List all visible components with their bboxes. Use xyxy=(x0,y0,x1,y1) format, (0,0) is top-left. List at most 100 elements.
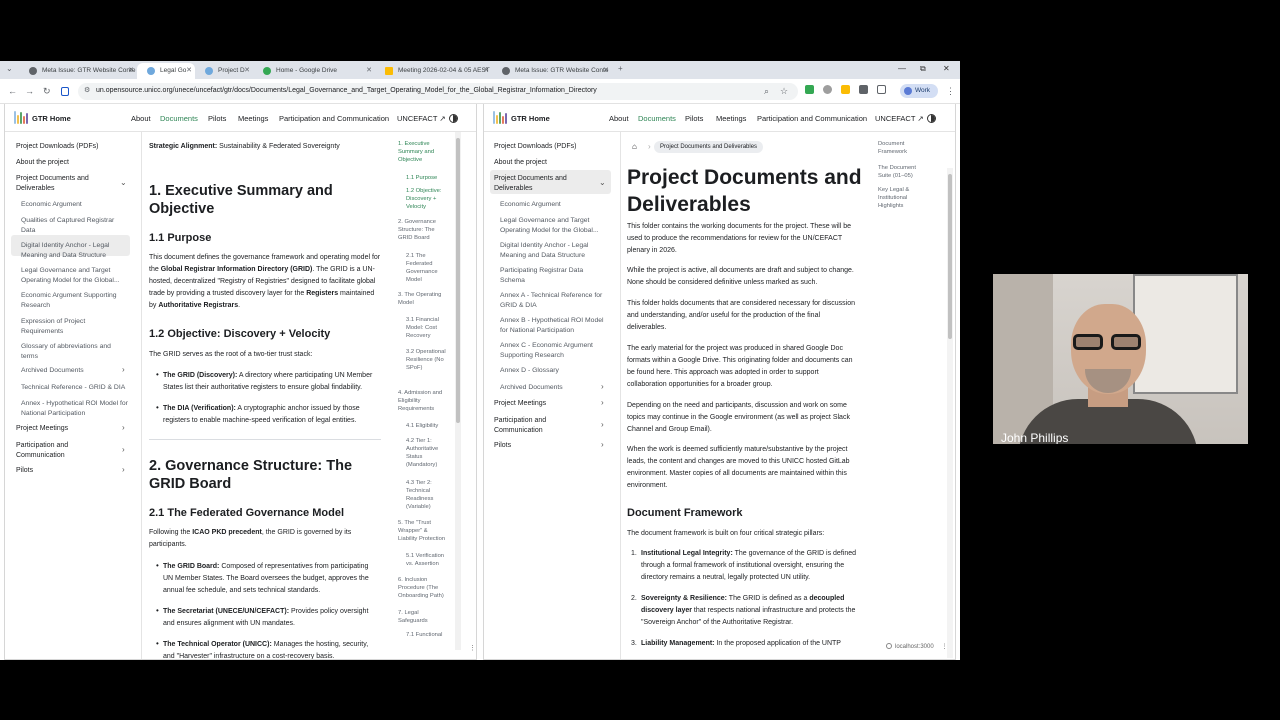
chevron-right-icon[interactable]: › xyxy=(601,420,604,429)
tab-list-icon[interactable]: ⌄ xyxy=(6,64,13,73)
toc-link[interactable]: 2. Governance Structure: The GRID Board xyxy=(398,218,448,242)
maximize-icon[interactable]: ⧉ xyxy=(920,64,926,74)
close-icon[interactable]: ✕ xyxy=(244,66,250,74)
extension-icon[interactable] xyxy=(859,85,868,94)
chevron-right-icon[interactable]: › xyxy=(601,398,604,407)
sidebar-item-glossary[interactable]: Glossary of abbreviations and terms xyxy=(21,342,126,361)
close-icon[interactable]: ✕ xyxy=(128,66,134,74)
breadcrumb[interactable]: Project Documents and Deliverables xyxy=(654,141,764,153)
sidebar-item-pilots[interactable]: Pilots xyxy=(16,466,131,476)
nav-meetings[interactable]: Meetings xyxy=(238,114,268,123)
toc-link[interactable]: 7.1 Functional xyxy=(406,631,450,639)
sidebar-item-qualities[interactable]: Qualities of Captured Registrar Data xyxy=(21,216,129,235)
close-icon[interactable]: ✕ xyxy=(366,66,372,74)
toc-link[interactable]: 1.2 Objective: Discovery + Velocity xyxy=(406,187,450,211)
toc-link[interactable]: 3. The Operating Model xyxy=(398,291,448,307)
nav-participation[interactable]: Participation and Communication xyxy=(279,114,389,123)
toc-link[interactable]: 1. Executive Summary and Objective xyxy=(398,140,448,164)
sidebar-item-downloads[interactable]: Project Downloads (PDFs) xyxy=(16,142,131,152)
nav-uncefact[interactable]: UNCEFACT ↗ xyxy=(875,114,924,123)
sidebar-item-registrar-schema[interactable]: Participating Registrar Data Schema xyxy=(500,266,600,285)
nav-participation[interactable]: Participation and Communication xyxy=(757,114,867,123)
sidebar-item-annex-a[interactable]: Annex A - Technical Reference for GRID &… xyxy=(500,291,605,310)
sidebar-item-digital-identity[interactable]: Digital Identity Anchor - Legal Meaning … xyxy=(21,241,129,260)
sidebar-item-meetings[interactable]: Project Meetings xyxy=(16,424,131,434)
new-tab-icon[interactable]: + xyxy=(618,64,623,73)
sidebar-item-economic-research[interactable]: Economic Argument Supporting Research xyxy=(21,291,129,310)
minimize-icon[interactable]: — xyxy=(898,64,906,73)
sidebar-item-annex-roi[interactable]: Annex - Hypothetical ROI Model for Natio… xyxy=(21,399,131,418)
sidebar-item-archived[interactable]: Archived Documents xyxy=(500,383,615,393)
sidebar-item-participation[interactable]: Participation and Communication xyxy=(16,441,111,460)
theme-toggle-icon[interactable] xyxy=(449,114,458,123)
home-icon[interactable]: ⌂ xyxy=(632,142,637,151)
nav-pilots[interactable]: Pilots xyxy=(208,114,226,123)
chevron-right-icon[interactable]: › xyxy=(122,365,125,374)
sidebar-item-about[interactable]: About the project xyxy=(16,158,131,168)
sidebar-item-legal-governance[interactable]: Legal Governance and Target Operating Mo… xyxy=(500,216,610,235)
theme-toggle-icon[interactable] xyxy=(927,114,936,123)
scrollbar-thumb[interactable] xyxy=(948,174,952,339)
toc-link[interactable]: The Document Suite (01–05) xyxy=(878,164,928,180)
toc-link[interactable]: 3.1 Financial Model: Cost Recovery xyxy=(406,316,450,340)
zoom-icon[interactable]: ⌕ xyxy=(764,86,769,97)
chevron-right-icon[interactable]: › xyxy=(122,465,125,474)
page-scrollbar[interactable] xyxy=(947,168,953,658)
chevron-down-icon[interactable]: ⌄ xyxy=(599,178,606,187)
close-icon[interactable]: ✕ xyxy=(483,66,489,74)
tab-meta-issue-1[interactable]: Meta Issue: GTR Website Conte ✕ xyxy=(19,63,137,79)
toc-link[interactable]: Key Legal & Institutional Highlights xyxy=(878,186,928,210)
address-bar[interactable]: ⚙ un.opensource.unicc.org/unece/uncefact… xyxy=(78,83,798,100)
nav-about[interactable]: About xyxy=(609,114,629,123)
sidebar-item-requirements[interactable]: Expression of Project Requirements xyxy=(21,317,121,336)
sidebar-item-participation[interactable]: Participation and Communication xyxy=(494,416,589,435)
nav-meetings[interactable]: Meetings xyxy=(716,114,746,123)
toc-link[interactable]: 1.1 Purpose xyxy=(406,174,450,182)
sidebar-item-legal-governance[interactable]: Legal Governance and Target Operating Mo… xyxy=(21,266,129,285)
toc-link[interactable]: 6. Inclusion Procedure (The Onboarding P… xyxy=(398,576,448,600)
sidebar-item-documents[interactable]: Project Documents and Deliverables xyxy=(494,174,589,193)
toc-link[interactable]: 4. Admission and Eligibility Requirement… xyxy=(398,389,448,413)
bookmark-star-icon[interactable]: ☆ xyxy=(780,86,788,97)
extension-icon[interactable] xyxy=(841,85,850,94)
tab-google-drive[interactable]: Home - Google Drive ✕ xyxy=(253,63,375,79)
chevron-right-icon[interactable]: › xyxy=(122,445,125,454)
tab-legal-governance[interactable]: Legal Go ✕ xyxy=(137,63,195,79)
tab-meeting[interactable]: Meeting 2026-02-04 & 05 AEST ✕ xyxy=(375,63,492,79)
sidepanel-icon[interactable] xyxy=(61,87,69,96)
gtr-logo-icon[interactable] xyxy=(493,111,507,124)
close-icon[interactable]: ✕ xyxy=(603,66,609,74)
toc-link[interactable]: Document Framework xyxy=(878,140,928,156)
toc-link[interactable]: 5. The "Trust Wrapper" & Liability Prote… xyxy=(398,519,448,543)
close-icon[interactable]: ✕ xyxy=(186,66,192,74)
sidebar-item-economic-argument[interactable]: Economic Argument xyxy=(21,200,136,210)
sidebar-item-economic-argument[interactable]: Economic Argument xyxy=(500,200,615,210)
sidebar-item-about[interactable]: About the project xyxy=(494,158,609,168)
sidebar-item-digital-identity[interactable]: Digital Identity Anchor - Legal Meaning … xyxy=(500,241,605,260)
chevron-right-icon[interactable]: › xyxy=(122,423,125,432)
toc-link[interactable]: 5.1 Verification vs. Assertion xyxy=(406,552,450,568)
close-window-icon[interactable]: ✕ xyxy=(943,64,950,73)
extensions-puzzle-icon[interactable] xyxy=(877,85,886,94)
sidebar-item-downloads[interactable]: Project Downloads (PDFs) xyxy=(494,142,609,152)
forward-icon[interactable]: → xyxy=(25,86,34,96)
sidebar-item-pilots[interactable]: Pilots xyxy=(494,441,609,451)
menu-kebab-icon[interactable]: ⋮ xyxy=(946,86,955,97)
chevron-right-icon[interactable]: › xyxy=(601,382,604,391)
extension-icon[interactable] xyxy=(823,85,832,94)
extension-icon[interactable] xyxy=(805,85,814,94)
nav-documents[interactable]: Documents xyxy=(638,114,676,123)
toc-link[interactable]: 4.1 Eligibility xyxy=(406,422,450,430)
site-info-icon[interactable]: ⚙ xyxy=(84,86,90,94)
sidebar-item-archived[interactable]: Archived Documents xyxy=(21,366,136,376)
toc-link[interactable]: 4.2 Tier 1: Authoritative Status (Mandat… xyxy=(406,437,450,469)
more-vert-icon[interactable]: ⋮ xyxy=(469,644,476,652)
sidebar-item-technical-reference[interactable]: Technical Reference - GRID & DIA xyxy=(21,383,136,393)
tab-project-documents[interactable]: Project D ✕ xyxy=(195,63,253,79)
brand-link[interactable]: GTR Home xyxy=(511,114,550,123)
profile-chip[interactable]: Work xyxy=(900,84,938,98)
sidebar-item-annex-d[interactable]: Annex D - Glossary xyxy=(500,366,615,376)
tab-meta-issue-2[interactable]: Meta Issue: GTR Website Conte ✕ xyxy=(492,63,612,79)
more-vert-icon[interactable]: ⋮ xyxy=(941,644,947,650)
nav-documents[interactable]: Documents xyxy=(160,114,198,123)
